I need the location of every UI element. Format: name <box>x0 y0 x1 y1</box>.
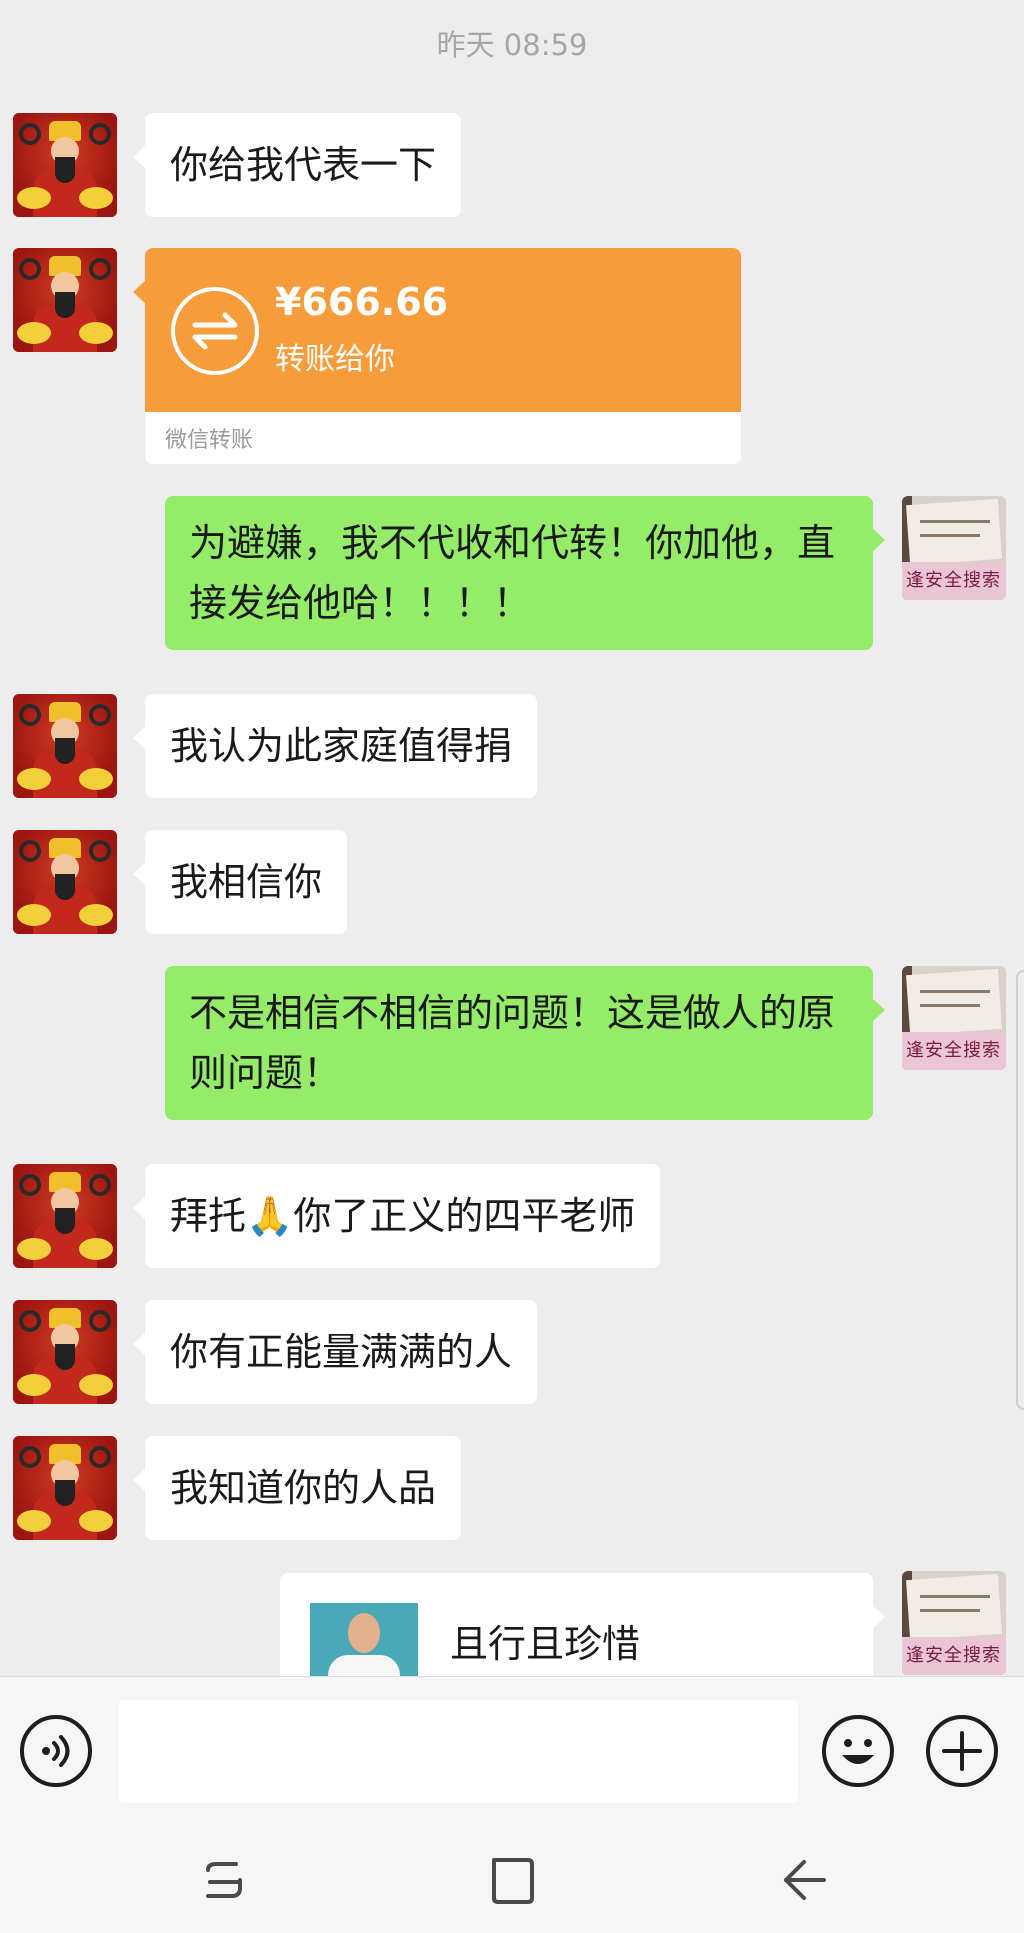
message-timestamp: 昨天 08:59 <box>436 28 588 62</box>
link-thumbnail <box>310 1603 418 1676</box>
scrollbar[interactable] <box>1016 970 1024 1410</box>
my-avatar[interactable]: 逢安全搜索 <box>902 966 1006 1070</box>
message-text: 拜托 <box>170 1194 247 1238</box>
avatar-sign-text: 逢安全搜索 <box>906 1645 1001 1666</box>
contact-avatar[interactable] <box>13 113 117 217</box>
plus-icon[interactable] <box>926 1715 998 1787</box>
contact-avatar[interactable] <box>13 1436 117 1540</box>
contact-avatar[interactable] <box>13 248 117 352</box>
message-text: 你给我代表一下 <box>170 143 437 187</box>
voice-icon[interactable] <box>20 1715 92 1787</box>
sent-message[interactable]: 不是相信不相信的问题！这是做人的原则问题！ <box>165 966 885 1120</box>
my-avatar[interactable]: 逢安全搜索 <box>902 496 1006 600</box>
transfer-icon <box>171 287 259 375</box>
message-text: 为避嫌，我不代收和代转！你加他，直接发给他哈！！！！ <box>189 521 836 625</box>
my-avatar[interactable]: 逢安全搜索 <box>902 1571 1006 1675</box>
received-message[interactable]: 我相信你 <box>133 830 348 934</box>
contact-avatar[interactable] <box>13 1300 117 1404</box>
message-text: 我相信你 <box>170 860 323 904</box>
message-text: 你了正义的四平老师 <box>293 1194 636 1238</box>
link-title: 且行且珍惜 <box>450 1622 641 1666</box>
transfer-amount: ¥666.66 <box>275 280 449 324</box>
avatar-sign-text: 逢安全搜索 <box>906 570 1001 591</box>
home-icon[interactable] <box>482 1852 542 1908</box>
system-nav-bar <box>0 1826 1024 1933</box>
received-message[interactable]: 你给我代表一下 <box>133 113 462 217</box>
contact-avatar[interactable] <box>13 830 117 934</box>
message-text: 你有正能量满满的人 <box>170 1330 513 1374</box>
back-icon[interactable] <box>774 1852 834 1908</box>
message-text: 我知道你的人品 <box>170 1466 437 1510</box>
chat-area[interactable]: 昨天 08:59 你给我代表一下 ¥666.66 转账给你 微信转账 逢安全搜索 <box>0 0 1024 1676</box>
message-text: 不是相信不相信的问题！这是做人的原则问题！ <box>189 991 836 1095</box>
pray-emoji-icon: 🙏 <box>246 1194 294 1238</box>
contact-avatar[interactable] <box>13 1164 117 1268</box>
contact-avatar[interactable] <box>13 694 117 798</box>
received-message[interactable]: 拜托🙏你了正义的四平老师 <box>133 1164 661 1268</box>
transfer-card[interactable]: ¥666.66 转账给你 微信转账 <box>133 248 741 464</box>
message-input[interactable] <box>118 1700 798 1803</box>
received-message[interactable]: 你有正能量满满的人 <box>133 1300 538 1404</box>
avatar-sign-text: 逢安全搜索 <box>906 1040 1001 1061</box>
recent-apps-icon[interactable] <box>194 1852 254 1908</box>
emoji-icon[interactable] <box>822 1715 894 1787</box>
sent-message[interactable]: 为避嫌，我不代收和代转！你加他，直接发给他哈！！！！ <box>165 496 885 650</box>
message-input-bar <box>0 1676 1024 1826</box>
message-text: 我认为此家庭值得捐 <box>170 724 513 768</box>
transfer-subtitle: 转账给你 <box>275 342 395 377</box>
received-message[interactable]: 我知道你的人品 <box>133 1436 462 1540</box>
transfer-footer: 微信转账 <box>165 428 254 453</box>
received-message[interactable]: 我认为此家庭值得捐 <box>133 694 538 798</box>
shared-link-card[interactable]: 且行且珍惜 <box>280 1573 885 1676</box>
